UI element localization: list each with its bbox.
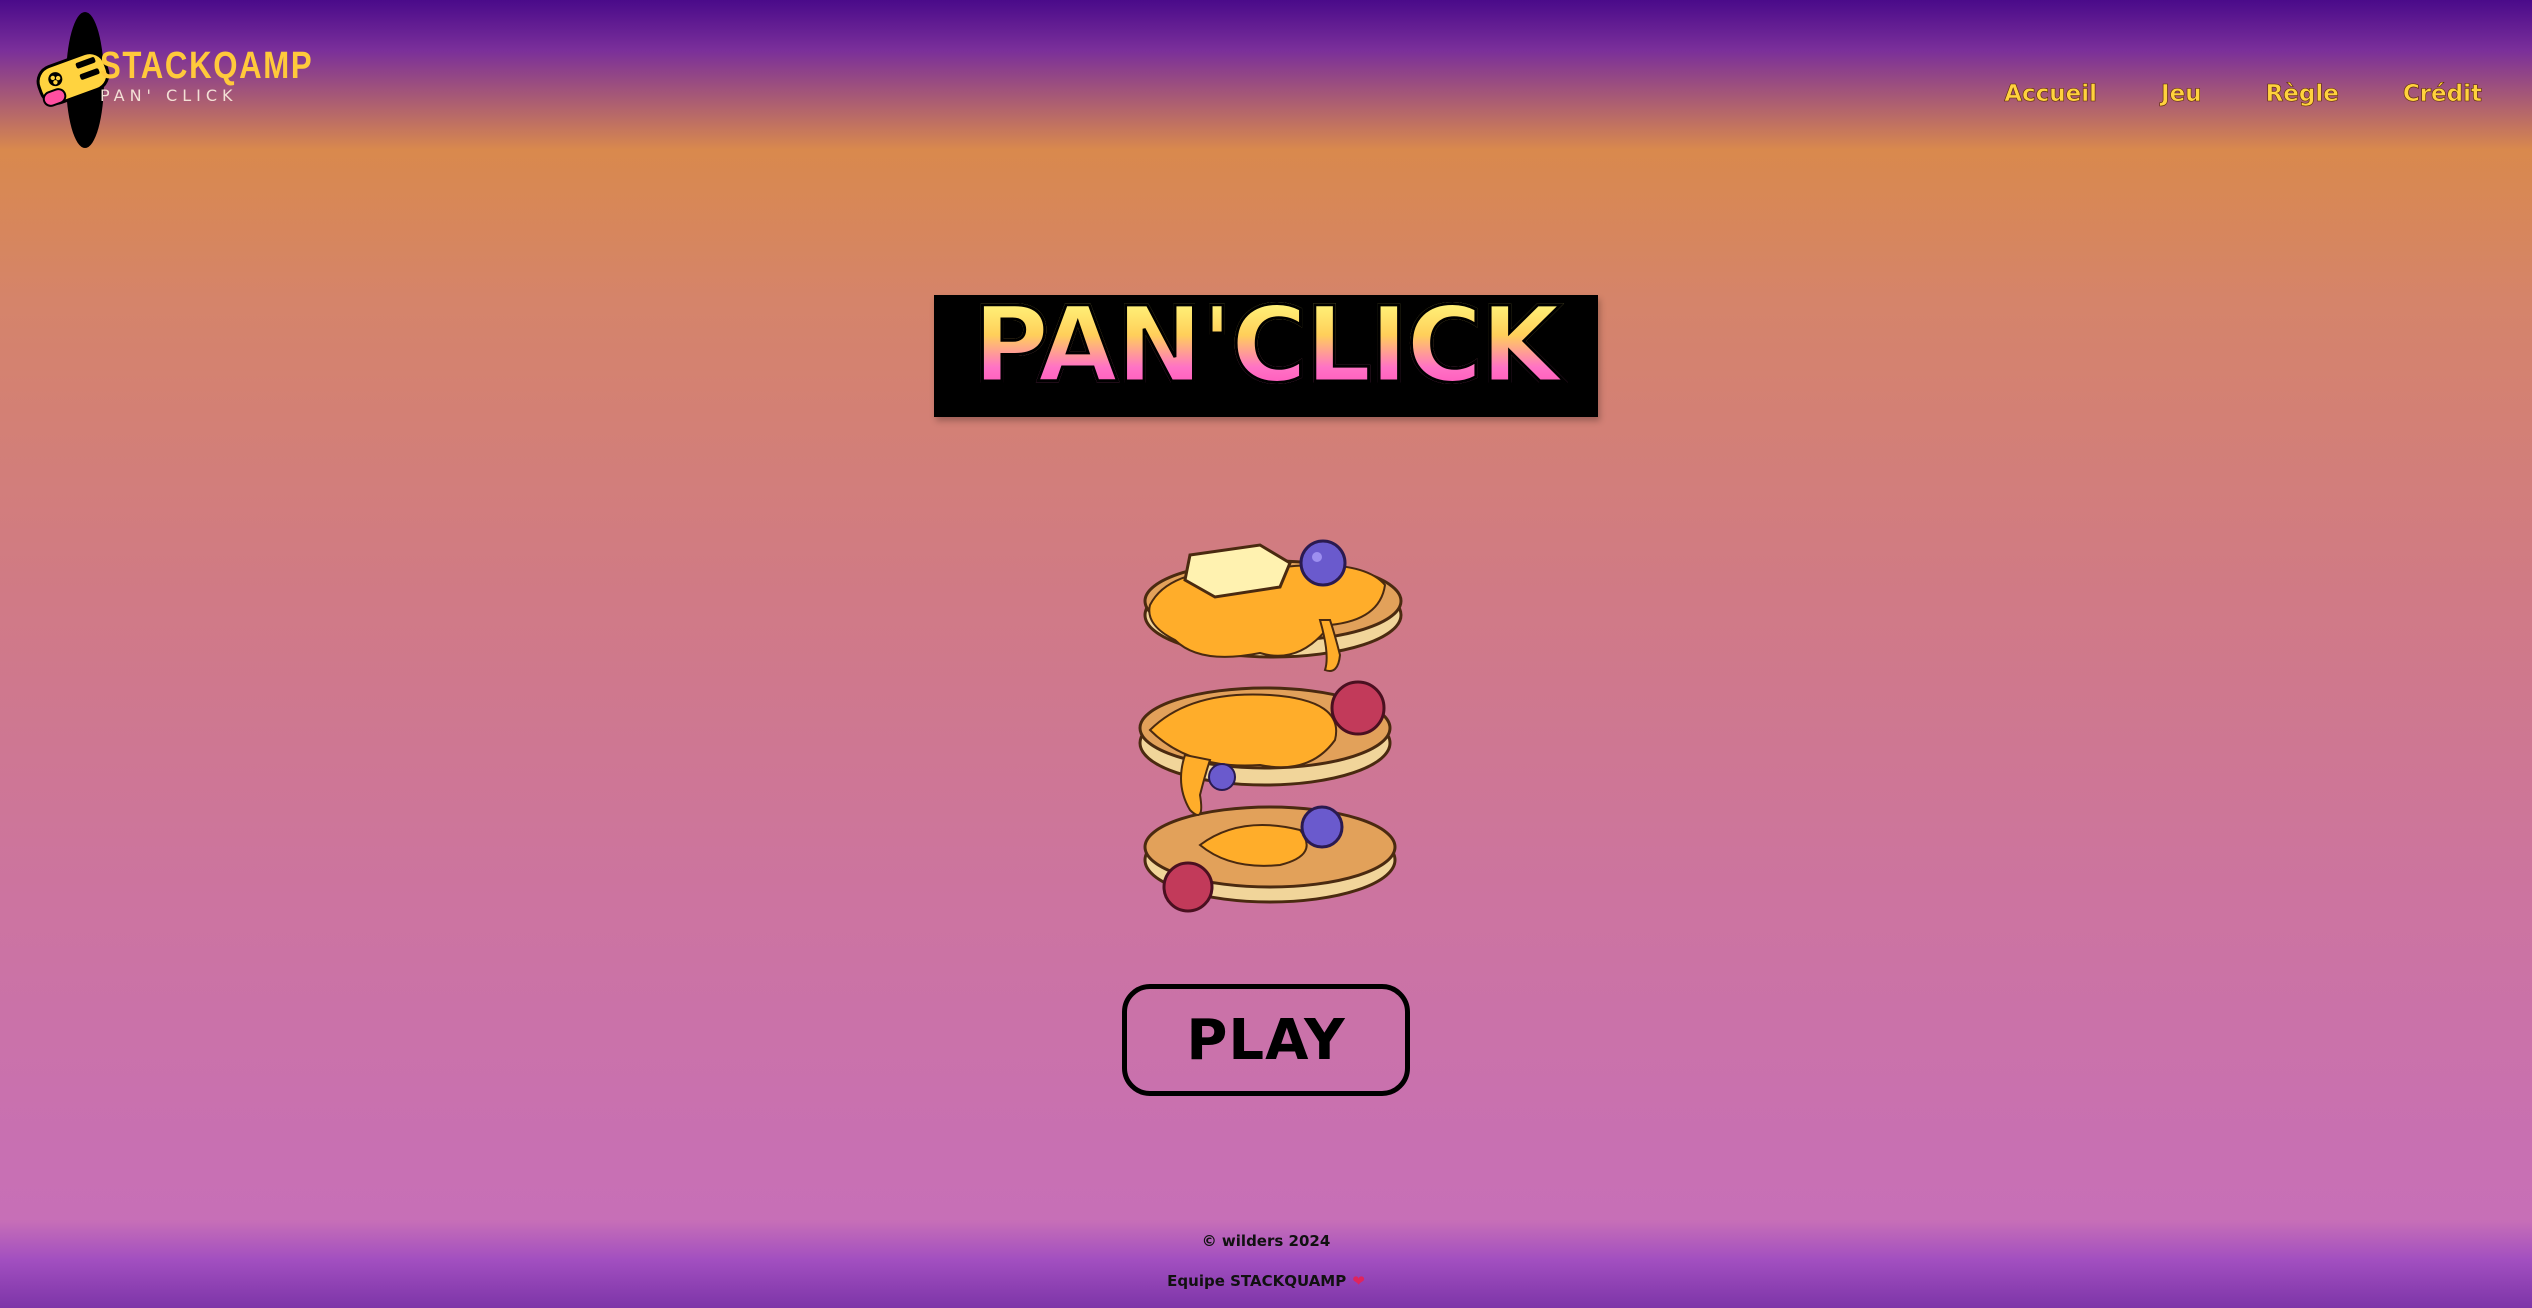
logo-subtitle: PAN' CLICK bbox=[100, 86, 238, 105]
logo-title: STACKQAMP bbox=[100, 45, 314, 87]
team-name: Equipe STACKQUAMP bbox=[1167, 1272, 1347, 1290]
main-nav: Accueil Jeu Règle Crédit bbox=[2004, 74, 2482, 114]
heart-icon: ❤ bbox=[1352, 1272, 1365, 1290]
play-button[interactable]: PLAY bbox=[1122, 984, 1410, 1096]
game-title-text: PAN'CLICK bbox=[934, 292, 1598, 399]
stackqamp-logo[interactable]: STACKQAMP PAN' CLICK bbox=[28, 10, 328, 150]
nav-link-accueil[interactable]: Accueil bbox=[2004, 74, 2097, 114]
team-credit: Equipe STACKQUAMP ❤ bbox=[0, 1272, 2532, 1290]
game-title: PAN'CLICK PAN'CLICK bbox=[934, 292, 1598, 418]
nav-link-regle[interactable]: Règle bbox=[2265, 74, 2339, 114]
nav-link-credit[interactable]: Crédit bbox=[2403, 74, 2483, 114]
pancake-stack-image bbox=[1138, 539, 1403, 913]
site-footer: © wilders 2024 Equipe STACKQUAMP ❤ bbox=[0, 1220, 2532, 1308]
logo-text: STACKQAMP PAN' CLICK bbox=[100, 46, 360, 106]
nav-link-jeu[interactable]: Jeu bbox=[2161, 74, 2202, 114]
copyright-text: © wilders 2024 bbox=[1201, 1232, 1331, 1250]
site-header: STACKQAMP PAN' CLICK Accueil Jeu Règle C… bbox=[0, 0, 2532, 160]
